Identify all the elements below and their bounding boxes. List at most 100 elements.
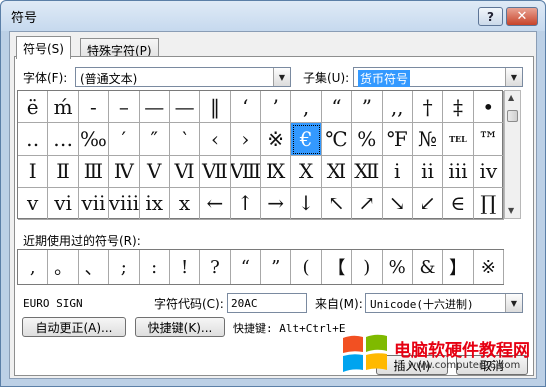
symbol-cell[interactable]: ※: [261, 123, 292, 156]
symbol-cell[interactable]: •: [473, 91, 504, 124]
symbol-cell[interactable]: Ⅲ: [78, 155, 110, 188]
symbol-cell[interactable]: ™: [473, 123, 504, 156]
symbol-cell[interactable]: ↗: [352, 187, 383, 220]
close-button[interactable]: ✕: [506, 7, 538, 26]
symbol-cell[interactable]: ↙: [412, 187, 444, 220]
symbol-cell[interactable]: †: [412, 91, 444, 124]
symbol-cell[interactable]: ⅸ: [139, 187, 170, 220]
symbol-grid-scrollbar[interactable]: ▲ ▼: [504, 90, 521, 219]
recent-symbol-cell[interactable]: ,: [18, 250, 49, 284]
symbol-cell[interactable]: ḿ: [48, 91, 79, 124]
symbol-cell[interactable]: Ⅱ: [48, 155, 79, 188]
recent-symbol-cell[interactable]: ): [352, 250, 383, 284]
symbol-cell[interactable]: Ⅵ: [169, 155, 201, 188]
symbol-cell[interactable]: ⅴ: [18, 187, 49, 220]
symbol-cell[interactable]: ⅷ: [109, 187, 140, 220]
symbol-cell[interactable]: —: [139, 91, 170, 124]
symbol-cell[interactable]: ⅵ: [48, 187, 79, 220]
symbol-cell[interactable]: ⅰ: [382, 155, 413, 188]
symbol-cell[interactable]: ‘: [230, 91, 261, 124]
symbol-cell[interactable]: ,: [291, 91, 322, 124]
symbol-cell[interactable]: ⅲ: [443, 155, 474, 188]
recent-symbol-cell[interactable]: (: [291, 250, 322, 284]
symbol-cell[interactable]: ‵: [169, 123, 201, 156]
recent-symbol-cell[interactable]: “: [231, 250, 261, 284]
symbol-cell[interactable]: TEL: [443, 123, 474, 156]
scroll-down-icon[interactable]: ▼: [508, 206, 514, 215]
symbol-cell[interactable]: ë: [18, 91, 49, 124]
symbol-cell[interactable]: ′: [109, 123, 140, 156]
font-label: 字体(F):: [23, 71, 68, 85]
recent-symbol-cell[interactable]: ※: [474, 250, 504, 284]
recent-symbol-cell[interactable]: 、: [79, 250, 110, 284]
symbol-cell[interactable]: …: [48, 123, 79, 156]
symbol-cell[interactable]: ‡: [443, 91, 474, 124]
symbol-cell[interactable]: ⅳ: [473, 155, 504, 188]
symbol-cell[interactable]: ,,: [382, 91, 413, 124]
symbol-cell[interactable]: →: [261, 187, 292, 220]
symbol-cell[interactable]: ↘: [382, 187, 413, 220]
autocorrect-button[interactable]: 自动更正(A)...: [22, 317, 126, 337]
symbol-cell[interactable]: Ⅻ: [352, 155, 383, 188]
symbol-cell[interactable]: ”: [352, 91, 383, 124]
symbol-cell[interactable]: №: [412, 123, 444, 156]
symbol-cell[interactable]: Ⅴ: [139, 155, 170, 188]
subset-select[interactable]: 货币符号 ▼: [353, 67, 523, 87]
recent-symbol-cell[interactable]: 。: [48, 250, 79, 284]
recent-symbol-cell[interactable]: 【: [322, 250, 353, 284]
symbol-grid[interactable]: ë ḿ - – — — ‖ ‘’, “”,, † ‡ • ‥… ‰ ′ ″ ‵ ‹ › ※ € ℃% ℉ № TEL ™ Ⅰ Ⅱ Ⅲ Ⅳ Ⅴ…: [17, 90, 504, 220]
symbol-cell[interactable]: ℉: [382, 123, 413, 156]
symbol-cell[interactable]: ⅶ: [78, 187, 110, 220]
recent-symbol-cell[interactable]: :: [140, 250, 170, 284]
recent-symbol-cell[interactable]: ;: [109, 250, 140, 284]
recent-symbol-cell[interactable]: %: [383, 250, 413, 284]
symbol-cell[interactable]: Ⅰ: [18, 155, 49, 188]
symbol-cell[interactable]: “: [321, 91, 353, 124]
recent-symbol-cell[interactable]: !: [170, 250, 201, 284]
symbol-cell[interactable]: -: [78, 91, 110, 124]
recent-symbol-cell[interactable]: 】: [443, 250, 474, 284]
symbol-cell[interactable]: ‹: [200, 123, 231, 156]
recent-symbols-row[interactable]: ,。、;:!? “”(【)% &】 ※: [17, 249, 504, 285]
char-code-input[interactable]: 20AC: [227, 293, 307, 313]
symbol-cell[interactable]: Ⅳ: [109, 155, 140, 188]
shortcut-key-button[interactable]: 快捷键(K)...: [135, 317, 225, 337]
symbol-cell[interactable]: –: [109, 91, 140, 124]
symbol-cell[interactable]: Ⅶ: [200, 155, 231, 188]
symbol-cell[interactable]: %: [352, 123, 383, 156]
chevron-down-icon[interactable]: ▼: [505, 294, 522, 312]
from-select[interactable]: Unicode(十六进制) ▼: [365, 293, 523, 313]
symbol-cell[interactable]: ⅹ: [169, 187, 201, 220]
symbol-cell[interactable]: ∏: [473, 187, 504, 220]
symbol-cell[interactable]: ←: [200, 187, 231, 220]
recent-symbol-cell[interactable]: ?: [200, 250, 231, 284]
font-select[interactable]: (普通文本) ▼: [75, 67, 291, 87]
recent-symbol-cell[interactable]: &: [413, 250, 444, 284]
help-button[interactable]: ?: [478, 7, 503, 26]
symbol-cell[interactable]: ‥: [18, 123, 49, 156]
symbol-cell[interactable]: —: [169, 91, 201, 124]
symbol-cell[interactable]: ↓: [291, 187, 322, 220]
symbol-cell[interactable]: ↖: [321, 187, 353, 220]
symbol-cell[interactable]: ↑: [230, 187, 261, 220]
symbol-cell[interactable]: €: [291, 123, 322, 156]
symbol-cell[interactable]: ∈: [443, 187, 474, 220]
symbol-cell[interactable]: Ⅺ: [321, 155, 353, 188]
scrollbar-thumb[interactable]: [507, 110, 518, 122]
scroll-up-icon[interactable]: ▲: [508, 93, 514, 102]
tab-symbols[interactable]: 符号(S): [16, 36, 71, 59]
symbol-cell[interactable]: Ⅹ: [291, 155, 322, 188]
recent-symbol-cell[interactable]: ”: [261, 250, 292, 284]
symbol-cell[interactable]: ‰: [78, 123, 110, 156]
symbol-cell[interactable]: ⅱ: [412, 155, 444, 188]
symbol-cell[interactable]: ℃: [321, 123, 353, 156]
chevron-down-icon[interactable]: ▼: [273, 68, 290, 86]
symbol-cell[interactable]: ’: [261, 91, 292, 124]
title-bar[interactable]: 符号 ? ✕: [1, 1, 545, 31]
chevron-down-icon[interactable]: ▼: [505, 68, 522, 86]
symbol-cell[interactable]: Ⅷ: [230, 155, 261, 188]
symbol-cell[interactable]: ‖: [200, 91, 231, 124]
symbol-cell[interactable]: ›: [230, 123, 261, 156]
symbol-cell[interactable]: ″: [139, 123, 170, 156]
symbol-cell[interactable]: Ⅸ: [261, 155, 292, 188]
